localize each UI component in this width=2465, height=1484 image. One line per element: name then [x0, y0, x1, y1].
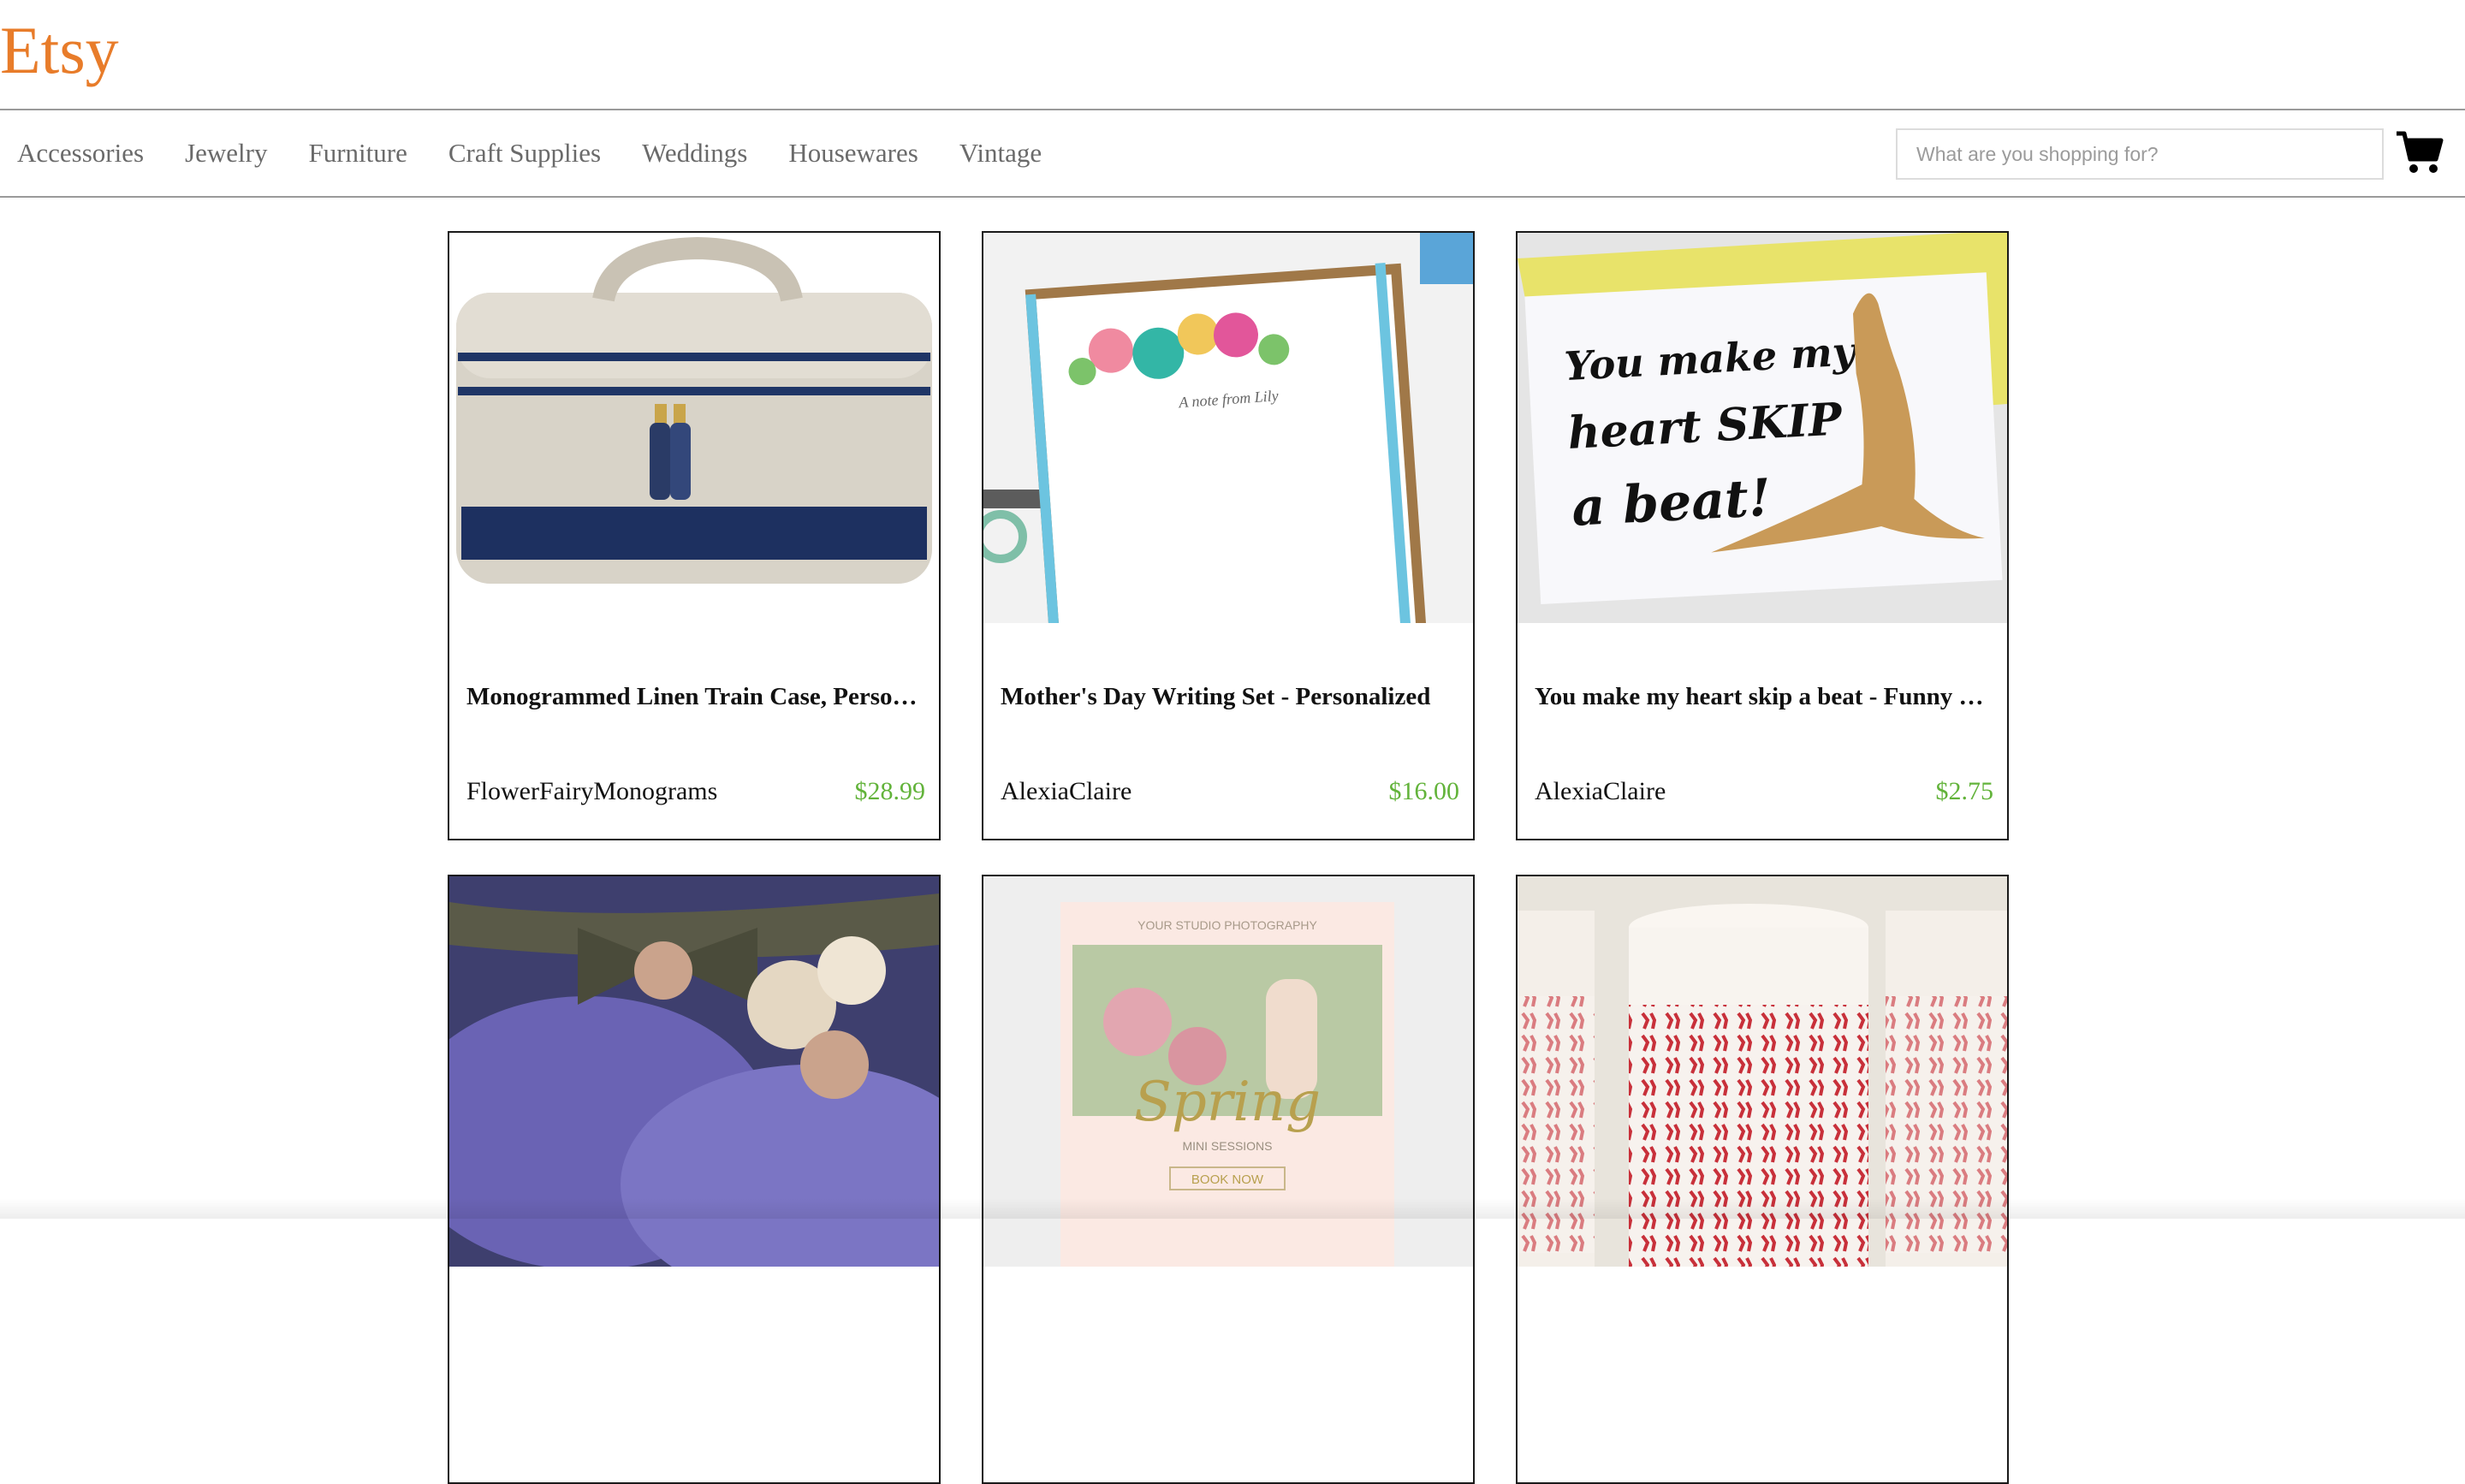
product-image[interactable] — [449, 876, 939, 1267]
product-price: $2.75 — [1935, 777, 1994, 805]
product-card[interactable] — [448, 875, 941, 1484]
product-card[interactable]: Monogrammed Linen Train Case, Personaliz… — [448, 231, 941, 840]
product-image[interactable]: A note from Lily — [983, 233, 1473, 623]
card-lettering-3: a beat! — [1571, 468, 1773, 538]
category-nav: Accessories Jewelry Furniture Craft Supp… — [17, 133, 1042, 174]
flyer-sub-text: MINI SESSIONS — [1182, 1139, 1272, 1153]
product-title[interactable]: Mother's Day Writing Set - Personalized — [1001, 683, 1463, 711]
search-input[interactable] — [1896, 128, 2384, 180]
nav-item-weddings[interactable]: Weddings — [642, 133, 747, 174]
product-card[interactable]: A note from Lily Mother's Day Writing Se… — [982, 231, 1475, 840]
header-divider — [0, 109, 2465, 110]
etsy-logo[interactable]: Etsy — [0, 12, 119, 89]
flyer-script-text: Spring — [1134, 1071, 1321, 1134]
nav-item-accessories[interactable]: Accessories — [17, 133, 144, 174]
cart-icon — [2397, 131, 2444, 173]
product-price: $28.99 — [854, 777, 926, 805]
nav-item-furniture[interactable]: Furniture — [308, 133, 407, 174]
product-grid: Monogrammed Linen Train Case, Personaliz… — [448, 231, 2009, 1484]
nav-item-vintage[interactable]: Vintage — [959, 133, 1042, 174]
product-price: $16.00 — [1388, 777, 1460, 805]
product-title[interactable]: You make my heart skip a beat - Funny Ca… — [1535, 683, 1997, 711]
product-image[interactable]: YOUR STUDIO PHOTOGRAPHY Spring MINI SESS… — [983, 876, 1473, 1267]
product-image[interactable] — [449, 233, 939, 623]
product-card[interactable] — [1516, 875, 2009, 1484]
cart-button[interactable] — [2395, 128, 2444, 176]
product-image[interactable] — [1518, 876, 2007, 1267]
shop-name[interactable]: AlexiaClaire — [1535, 777, 1666, 806]
shop-name[interactable]: FlowerFairyMonograms — [466, 777, 717, 806]
shop-name[interactable]: AlexiaClaire — [1001, 777, 1132, 806]
flyer-button-text: BOOK NOW — [1191, 1172, 1264, 1187]
flyer-top-text: YOUR STUDIO PHOTOGRAPHY — [1137, 918, 1317, 932]
product-card[interactable]: You make my heart SKIP a beat! You make … — [1516, 231, 2009, 840]
nav-divider — [0, 196, 2465, 198]
product-title[interactable]: Monogrammed Linen Train Case, Personaliz… — [466, 683, 929, 711]
product-card[interactable]: YOUR STUDIO PHOTOGRAPHY Spring MINI SESS… — [982, 875, 1475, 1484]
nav-item-housewares[interactable]: Housewares — [788, 133, 918, 174]
product-image[interactable]: You make my heart SKIP a beat! — [1518, 233, 2007, 623]
nav-item-craft-supplies[interactable]: Craft Supplies — [448, 133, 601, 174]
nav-item-jewelry[interactable]: Jewelry — [185, 133, 267, 174]
